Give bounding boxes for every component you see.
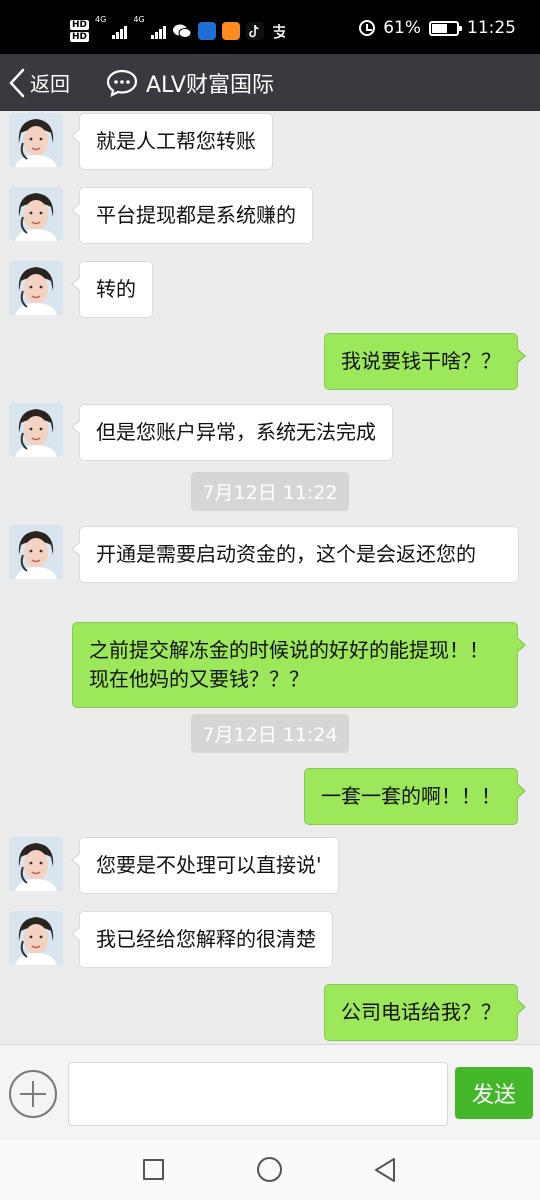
timestamp: 7月12日 11:24	[0, 714, 540, 753]
alarm-icon	[359, 20, 376, 36]
message-bubble[interactable]: 我已经给您解释的很清楚	[71, 911, 333, 968]
timestamp: 7月12日 11:22	[0, 472, 540, 511]
hd-icon: HD HD	[70, 20, 90, 42]
plus-icon[interactable]	[9, 1070, 57, 1118]
message-text: 公司电话给我？？	[341, 1000, 501, 1024]
input-bar: 发送	[0, 1044, 540, 1140]
message-bubble[interactable]: 就是人工帮您转账	[71, 113, 273, 170]
recent-apps-icon[interactable]	[143, 1159, 164, 1180]
network-type-1: 4G	[95, 15, 107, 24]
hd-label-2: HD	[70, 32, 90, 42]
message-text: 但是您账户异常，系统无法完成	[96, 420, 376, 444]
avatar[interactable]	[9, 187, 63, 241]
alipay-icon	[272, 24, 285, 39]
avatar[interactable]	[9, 403, 63, 457]
message-bubble[interactable]: 一套一套的啊！！！	[304, 768, 526, 825]
message-text: 就是人工帮您转账	[96, 129, 256, 153]
hd-label-1: HD	[70, 20, 90, 30]
chat-message-list[interactable]: 就是人工帮您转账 平台提现都是系统赚的 转的 我说要钱干啥？？ 但是您账户异常，…	[0, 111, 540, 1044]
message-bubble[interactable]: 我说要钱干啥？？	[324, 333, 526, 390]
network-type-2: 4G	[133, 15, 145, 24]
message-bubble[interactable]: 但是您账户异常，系统无法完成	[71, 404, 393, 461]
status-time: 11:25	[467, 18, 516, 38]
message-text: 开通是需要启动资金的，这个是会返还您的	[96, 542, 476, 566]
avatar[interactable]	[9, 113, 63, 167]
battery-percent: 61%	[383, 18, 421, 38]
app-icon	[221, 22, 240, 40]
title-bar: 返回 ALV财富国际	[0, 54, 540, 111]
message-bubble[interactable]: 开通是需要启动资金的，这个是会返还您的	[71, 526, 519, 583]
back-label: 返回	[30, 72, 70, 96]
chevron-left-icon	[9, 68, 25, 97]
status-bar-left: HD HD 4G 4G	[70, 16, 288, 46]
timestamp-text: 7月12日 11:22	[191, 472, 349, 511]
message-bubble[interactable]: 您要是不处理可以直接说'	[71, 837, 339, 894]
back-triangle-icon[interactable]	[372, 1156, 398, 1184]
avatar[interactable]	[9, 911, 63, 965]
timestamp-text: 7月12日 11:24	[191, 714, 349, 753]
avatar[interactable]	[9, 525, 63, 579]
home-icon[interactable]	[257, 1157, 282, 1182]
navigation-bar	[0, 1140, 540, 1200]
wechat-icon	[172, 24, 192, 38]
message-text: 一套一套的啊！！！	[321, 784, 501, 808]
message-text: 之前提交解冻金的时候说的好好的能提现！！现在他妈的又要钱？？？	[89, 638, 489, 691]
back-button[interactable]: 返回	[8, 54, 70, 111]
signal-icon	[112, 23, 128, 39]
message-text: 转的	[96, 277, 136, 301]
send-button[interactable]: 发送	[455, 1067, 533, 1119]
message-text: 平台提现都是系统赚的	[96, 203, 296, 227]
message-input[interactable]	[68, 1062, 448, 1126]
message-bubble[interactable]: 之前提交解冻金的时候说的好好的能提现！！现在他妈的又要钱？？？	[72, 622, 526, 708]
chat-title: ALV财富国际	[106, 54, 274, 111]
chat-title-text: ALV财富国际	[146, 72, 274, 98]
status-bar-right: 61% 11:25	[359, 18, 516, 38]
message-text: 我已经给您解释的很清楚	[96, 927, 316, 951]
status-bar: HD HD 4G 4G 61% 11:25	[0, 0, 540, 54]
signal-icon	[150, 23, 166, 39]
battery-icon	[429, 20, 462, 36]
tiktok-icon	[245, 22, 264, 40]
chat-bubble-icon	[106, 69, 138, 97]
avatar[interactable]	[9, 261, 63, 315]
message-bubble[interactable]: 转的	[71, 261, 153, 318]
message-bubble[interactable]: 公司电话给我？？	[324, 984, 526, 1041]
avatar[interactable]	[9, 837, 63, 891]
message-bubble[interactable]: 平台提现都是系统赚的	[71, 187, 313, 244]
app-icon	[197, 22, 216, 40]
message-text: 您要是不处理可以直接说'	[96, 853, 322, 877]
message-text: 我说要钱干啥？？	[341, 349, 501, 373]
